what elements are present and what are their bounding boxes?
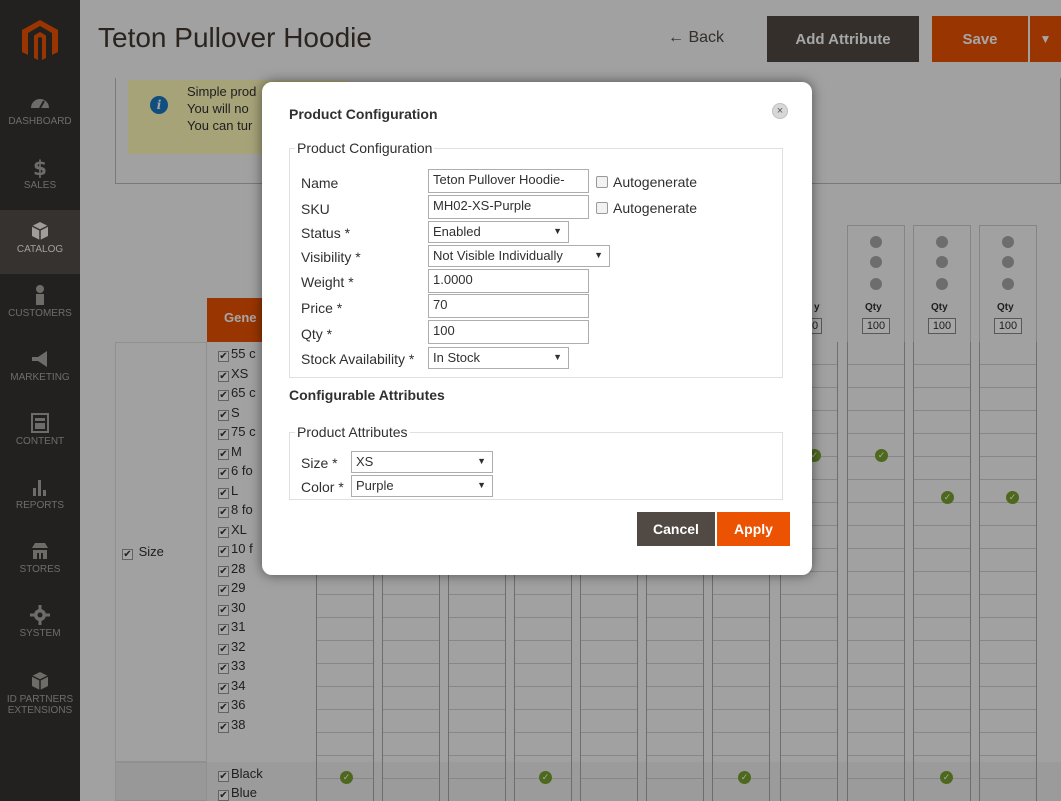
visibility-select[interactable]: Not Visible Individually ▼ xyxy=(428,245,610,267)
status-label: Status * xyxy=(301,225,351,241)
price-input[interactable]: 70 xyxy=(428,294,589,318)
dropdown-arrow-icon: ▼ xyxy=(477,480,486,490)
status-value: Enabled xyxy=(433,224,481,239)
name-autogenerate[interactable]: Autogenerate xyxy=(596,174,697,190)
fieldset-legend: Product Configuration xyxy=(297,140,433,156)
color-attr-label: Color * xyxy=(301,479,344,495)
dropdown-arrow-icon: ▼ xyxy=(594,250,603,260)
product-configuration-modal: Product Configuration × Product Configur… xyxy=(262,82,812,575)
autogenerate-label: Autogenerate xyxy=(613,174,698,190)
name-label: Name xyxy=(301,175,339,191)
checkbox-icon[interactable] xyxy=(596,202,608,214)
price-label: Price * xyxy=(301,300,343,316)
sku-input[interactable]: MH02-XS-Purple xyxy=(428,195,589,219)
modal-title: Product Configuration xyxy=(289,106,438,122)
visibility-value: Not Visible Individually xyxy=(433,248,563,263)
weight-input[interactable]: 1.0000 xyxy=(428,269,589,293)
color-value: Purple xyxy=(356,478,394,493)
close-icon[interactable]: × xyxy=(772,103,788,119)
apply-button[interactable]: Apply xyxy=(717,512,790,546)
sku-label: SKU xyxy=(301,201,330,217)
sku-autogenerate[interactable]: Autogenerate xyxy=(596,200,697,216)
dropdown-arrow-icon: ▼ xyxy=(553,352,562,362)
stock-availability-select[interactable]: In Stock ▼ xyxy=(428,347,569,369)
autogenerate-label: Autogenerate xyxy=(613,200,698,216)
name-input[interactable]: Teton Pullover Hoodie- xyxy=(428,169,589,193)
qty-label: Qty * xyxy=(301,326,333,342)
dropdown-arrow-icon: ▼ xyxy=(553,226,562,236)
checkbox-icon[interactable] xyxy=(596,176,608,188)
size-select[interactable]: XS ▼ xyxy=(351,451,493,473)
size-attr-label: Size * xyxy=(301,455,338,471)
stock-availability-label: Stock Availability * xyxy=(301,351,415,367)
stock-value: In Stock xyxy=(433,350,480,365)
dropdown-arrow-icon: ▼ xyxy=(477,456,486,466)
configurable-attributes-heading: Configurable Attributes xyxy=(289,387,445,403)
qty-input[interactable]: 100 xyxy=(428,320,589,344)
status-select[interactable]: Enabled ▼ xyxy=(428,221,569,243)
weight-label: Weight * xyxy=(301,274,354,290)
cancel-button[interactable]: Cancel xyxy=(637,512,715,546)
size-value: XS xyxy=(356,454,374,469)
color-select[interactable]: Purple ▼ xyxy=(351,475,493,497)
visibility-label: Visibility * xyxy=(301,249,361,265)
fieldset-legend: Product Attributes xyxy=(297,424,408,440)
